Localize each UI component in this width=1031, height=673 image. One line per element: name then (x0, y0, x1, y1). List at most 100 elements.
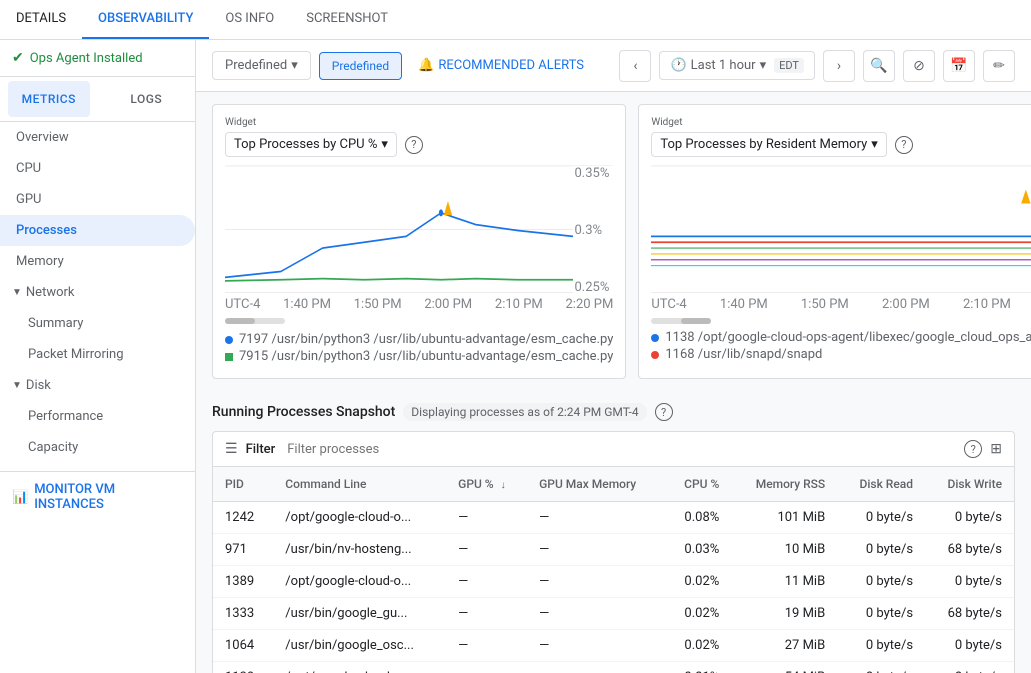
bell-icon: 🔔 (418, 58, 434, 73)
sidebar-item-capacity[interactable]: Capacity (0, 432, 195, 463)
predefined-label: Predefined (225, 58, 287, 73)
widget-left-chart: 0.35% 0.3% 0.25% (225, 165, 613, 295)
table-row: 1389 /opt/google-cloud-o... — — 0.02% 11… (213, 566, 1014, 598)
tab-screenshot[interactable]: SCREENSHOT (290, 0, 404, 39)
columns-icon[interactable]: ⊞ (990, 441, 1002, 457)
processes-header: Running Processes Snapshot Displaying pr… (212, 403, 1015, 421)
tab-details[interactable]: DETAILS (0, 0, 82, 39)
sidebar-item-summary[interactable]: Summary (0, 308, 195, 339)
cell-gpu-max: — (527, 630, 664, 662)
sidebar-item-overview[interactable]: Overview (0, 122, 195, 153)
processes-table: PID Command Line GPU % ↓ GPU Max Memory … (213, 467, 1014, 673)
legend-text-r-0: 1138 /opt/google-cloud-ops-agent/libexec… (665, 330, 1031, 345)
table-row: 1138 /opt/google-cloud-o... — — 0.01% 54… (213, 662, 1014, 673)
cell-gpu: — (446, 630, 527, 662)
axis-0: UTC-4 (225, 297, 260, 312)
cell-cmd: /usr/bin/nv-hosteng... (273, 534, 446, 566)
cell-pid: 1333 (213, 598, 273, 630)
cell-cmd: /opt/google-cloud-o... (273, 502, 446, 534)
calendar-btn[interactable]: 📅 (943, 50, 975, 82)
filter-input[interactable] (287, 442, 956, 457)
r-axis-1: 1:40 PM (720, 297, 768, 312)
sidebar-item-cpu[interactable]: CPU (0, 153, 195, 184)
widget-left-help[interactable]: ? (405, 136, 423, 154)
legend-left-scrollbar (225, 318, 613, 324)
sidebar-item-memory[interactable]: Memory (0, 246, 195, 277)
chevron-down-icon: ▾ (291, 58, 298, 73)
col-disk-r[interactable]: Disk Read (837, 467, 925, 502)
sidebar-item-performance[interactable]: Performance (0, 401, 195, 432)
widget-right-title: Top Processes by Resident Memory (660, 137, 867, 152)
filter-icon: ☰ (225, 441, 238, 457)
edit-btn[interactable]: ✏ (983, 50, 1015, 82)
time-range-btn[interactable]: 🕐 Last 1 hour ▾ EDT (659, 51, 815, 80)
cell-cpu: 0.01% (664, 662, 731, 673)
cell-mem: 19 MiB (731, 598, 837, 630)
cell-cpu: 0.08% (664, 502, 731, 534)
sidebar-item-gpu[interactable]: GPU (0, 184, 195, 215)
cell-gpu-max: — (527, 502, 664, 534)
predefined-dropdown[interactable]: Predefined ▾ (212, 51, 311, 80)
top-nav: DETAILS OBSERVABILITY OS INFO SCREENSHOT (0, 0, 1031, 40)
processes-help[interactable]: ? (655, 403, 673, 421)
axis-1: 1:40 PM (283, 297, 331, 312)
axis-3: 2:00 PM (424, 297, 472, 312)
cell-cpu: 0.02% (664, 598, 731, 630)
widget-right-dropdown-icon: ▾ (871, 137, 878, 152)
processes-subtitle: Displaying processes as of 2:24 PM GMT-4 (403, 403, 646, 421)
widget-right-axis: UTC-4 1:40 PM 1:50 PM 2:00 PM 2:10 PM 2:… (651, 295, 1031, 314)
cell-mem: 27 MiB (731, 630, 837, 662)
y-label-bot-left: 0.25% (574, 280, 609, 295)
filter-help-btn[interactable]: ? (964, 440, 982, 458)
sidebar-btn-logs[interactable]: LOGS (106, 81, 188, 117)
tab-os-info[interactable]: OS INFO (209, 0, 290, 39)
sidebar-btn-metrics[interactable]: METRICS (8, 81, 90, 117)
arrow-down-icon: ▼ (12, 287, 22, 298)
col-pid[interactable]: PID (213, 467, 273, 502)
col-disk-w[interactable]: Disk Write (925, 467, 1014, 502)
widget-left-select[interactable]: Top Processes by CPU % ▾ (225, 132, 397, 157)
legend-sq-1 (225, 353, 233, 361)
sidebar-group-disk[interactable]: ▼ Disk (0, 370, 195, 401)
search-btn[interactable]: 🔍 (863, 50, 895, 82)
main-content: Predefined ▾ Predefined 🔔 RECOMMENDED AL… (196, 40, 1031, 673)
sidebar-item-processes[interactable]: Processes (0, 215, 195, 246)
check-icon: ✔ (12, 50, 24, 66)
cell-pid: 1064 (213, 630, 273, 662)
cell-disk-r: 0 byte/s (837, 534, 925, 566)
col-gpu[interactable]: GPU % ↓ (446, 467, 527, 502)
cell-gpu-max: — (527, 534, 664, 566)
nav-next-btn[interactable]: › (823, 50, 855, 82)
cell-gpu-max: — (527, 598, 664, 630)
widget-right-label: Widget (651, 117, 1031, 128)
nav-prev-btn[interactable]: ‹ (619, 50, 651, 82)
predefined-active-btn[interactable]: Predefined (319, 52, 402, 80)
cell-disk-w: 0 byte/s (925, 566, 1014, 598)
sidebar-item-packet-mirroring[interactable]: Packet Mirroring (0, 339, 195, 370)
no-signal-btn[interactable]: ⊘ (903, 50, 935, 82)
monitor-label: MONITOR VM INSTANCES (34, 482, 183, 512)
r-axis-3: 2:00 PM (882, 297, 930, 312)
cell-gpu: — (446, 598, 527, 630)
widget-right-select[interactable]: Top Processes by Resident Memory ▾ (651, 132, 886, 157)
cell-disk-w: 0 byte/s (925, 630, 1014, 662)
cell-pid: 1242 (213, 502, 273, 534)
legend-dot-0 (225, 336, 233, 344)
sidebar-group-network[interactable]: ▼ Network (0, 277, 195, 308)
col-mem[interactable]: Memory RSS (731, 467, 837, 502)
widget-left-axis: UTC-4 1:40 PM 1:50 PM 2:00 PM 2:10 PM 2:… (225, 295, 613, 314)
cell-gpu-max: — (527, 566, 664, 598)
monitor-vm-instances[interactable]: 📊 MONITOR VM INSTANCES (0, 471, 195, 522)
col-gpu-max[interactable]: GPU Max Memory (527, 467, 664, 502)
tab-observability[interactable]: OBSERVABILITY (82, 0, 209, 39)
widget-right-help[interactable]: ? (895, 136, 913, 154)
cell-gpu: — (446, 534, 527, 566)
recommended-alerts-btn[interactable]: 🔔 RECOMMENDED ALERTS (410, 58, 592, 73)
widget-left-label: Widget (225, 117, 613, 128)
legend-left-1: 7915 /usr/bin/python3 /usr/lib/ubuntu-ad… (225, 349, 613, 364)
cell-disk-r: 0 byte/s (837, 630, 925, 662)
legend-text-1: 7915 /usr/bin/python3 /usr/lib/ubuntu-ad… (239, 349, 613, 364)
col-cpu[interactable]: CPU % (664, 467, 731, 502)
cell-mem: 101 MiB (731, 502, 837, 534)
col-cmdline[interactable]: Command Line (273, 467, 446, 502)
